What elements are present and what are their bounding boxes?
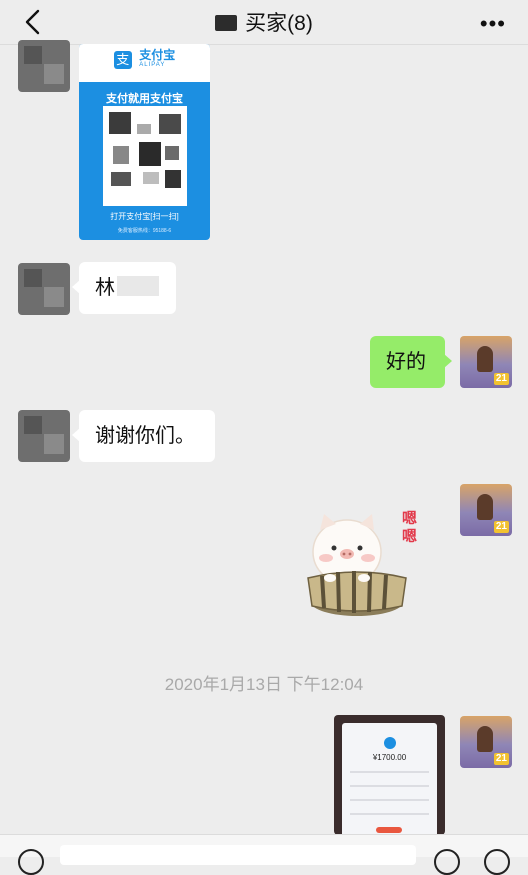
- message-text: 林: [95, 277, 115, 299]
- alipay-brand: 支付宝 ALIPAY: [139, 48, 176, 69]
- divider: [350, 785, 429, 787]
- timestamp: 2020年1月13日 下午12:04: [164, 675, 364, 694]
- avatar-badge: 21: [493, 753, 509, 765]
- avatar[interactable]: [18, 263, 70, 315]
- input-bar: [0, 834, 528, 875]
- alipay-qr-card[interactable]: 支 支付宝 ALIPAY 支付就用支付宝 打开支付宝[扫一扫] 免费客服热线：9…: [79, 44, 210, 240]
- avatar-self[interactable]: 21: [460, 484, 512, 536]
- emoji-icon[interactable]: [434, 849, 460, 875]
- alipay-logo-icon: 支: [113, 51, 132, 69]
- alipay-brand-cn: 支付宝: [139, 48, 176, 62]
- alipay-open-text: 打开支付宝[扫一扫]: [110, 212, 179, 221]
- pig-sticker[interactable]: 嗯嗯: [302, 506, 417, 618]
- top-bar: 买家(8) •••: [0, 0, 528, 45]
- avatar-badge: 21: [493, 373, 509, 385]
- alipay-header: 支 支付宝 ALIPAY: [79, 44, 210, 82]
- add-icon[interactable]: [484, 849, 510, 875]
- alipay-slogan: 支付就用支付宝: [106, 93, 183, 105]
- chat-title-text: 买家(8): [245, 12, 313, 35]
- photo-screen: ¥1700.00: [342, 723, 437, 835]
- avatar-badge: 21: [493, 521, 509, 533]
- divider: [350, 799, 429, 801]
- avatar-figure: [477, 726, 493, 752]
- photo-amount: ¥1700.00: [372, 753, 407, 762]
- payment-icon: [384, 737, 396, 749]
- avatar-self[interactable]: 21: [460, 336, 512, 388]
- redacted-name: [215, 15, 238, 31]
- alipay-brand-en: ALIPAY: [139, 62, 166, 68]
- message-bubble[interactable]: 谢谢你们。: [72, 410, 215, 462]
- avatar-self[interactable]: 21: [460, 716, 512, 768]
- avatar-figure: [477, 346, 493, 372]
- sticker-text: 嗯嗯: [402, 510, 418, 545]
- avatar-figure: [477, 494, 493, 520]
- redacted-text: [117, 276, 159, 296]
- voice-icon[interactable]: [18, 849, 44, 875]
- message-bubble[interactable]: 林: [72, 262, 176, 314]
- divider: [350, 771, 429, 773]
- alipay-fine-print: 免费客服热线：95188-6: [117, 228, 172, 234]
- qr-code: [103, 106, 187, 206]
- message-text: 好的: [386, 351, 426, 373]
- message-bubble-self[interactable]: 好的: [370, 336, 452, 388]
- photo-message[interactable]: ¥1700.00: [334, 715, 445, 835]
- more-icon[interactable]: •••: [480, 11, 506, 37]
- photo-button: [376, 827, 402, 833]
- avatar[interactable]: [18, 410, 70, 462]
- pig-sticker-image: [307, 514, 407, 616]
- avatar[interactable]: [18, 40, 70, 92]
- message-input[interactable]: [60, 845, 416, 865]
- chat-title: 买家(8): [0, 7, 528, 37]
- divider: [350, 813, 429, 815]
- message-text: 谢谢你们。: [95, 425, 195, 447]
